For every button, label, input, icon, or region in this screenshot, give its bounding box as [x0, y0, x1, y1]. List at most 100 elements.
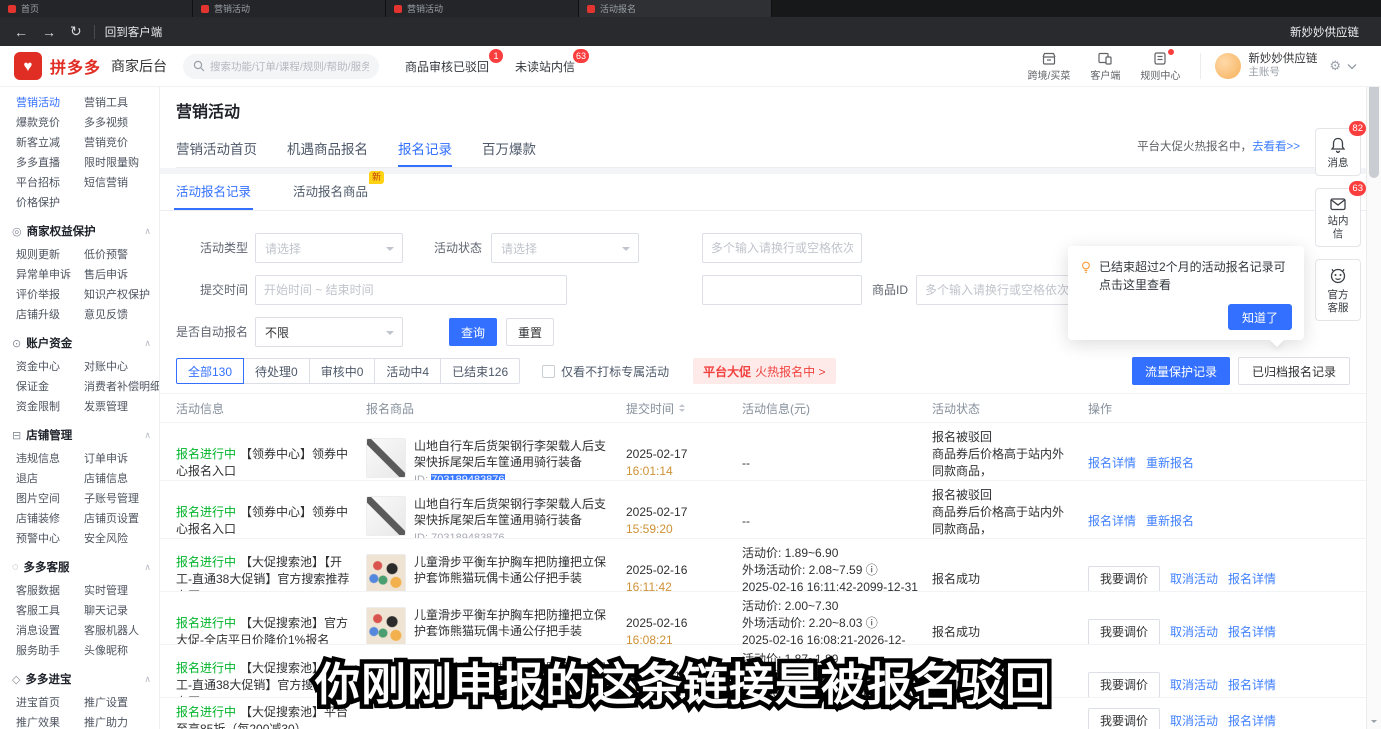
account-info[interactable]: 新妙妙供应链 主账号 — [1248, 53, 1317, 79]
forward-icon[interactable]: → — [42, 24, 56, 40]
sidebar-item[interactable]: 营销活动 — [16, 93, 84, 113]
product-id-value[interactable]: 703189483876 — [431, 532, 504, 540]
submit-time-range-input[interactable] — [255, 275, 567, 305]
sidebar-item[interactable]: 知识产权保护 — [84, 285, 159, 305]
collapse-caret-icon[interactable]: ∧ — [144, 562, 151, 573]
sidebar-item[interactable]: 营销工具 — [84, 93, 159, 113]
search-input[interactable]: 搜索功能/订单/课程/规则/帮助/服务 — [183, 54, 379, 79]
sidebar-item[interactable]: 保证金 — [16, 377, 84, 397]
operation-link[interactable]: 取消活动 — [1170, 625, 1218, 639]
goods-id-input[interactable] — [916, 275, 1092, 305]
activity-type-select[interactable]: 请选择 — [255, 233, 403, 263]
operation-link[interactable]: 取消活动 — [1170, 572, 1218, 586]
subtab-activity-goods[interactable]: 活动报名商品新 — [293, 181, 368, 210]
adjust-price-button[interactable]: 我要调价 — [1088, 619, 1160, 645]
sidebar-item[interactable]: 退店 — [16, 469, 84, 489]
avatar[interactable] — [1215, 53, 1241, 79]
brand-name[interactable]: 拼多多 — [50, 54, 101, 78]
auto-signup-select[interactable]: 不限 — [255, 317, 403, 347]
sidebar-item[interactable]: 资金限制 — [16, 397, 84, 417]
sidebar-section-header[interactable]: ⊙账户资金∧ — [0, 325, 159, 357]
browser-profile-name[interactable]: 新妙妙供应链 — [1290, 24, 1359, 40]
gear-icon[interactable]: ⚙ — [1329, 58, 1341, 74]
sidebar-item[interactable]: 平台招标 — [16, 173, 84, 193]
unread-messages-link[interactable]: 未读站内信63 — [515, 58, 575, 75]
sort-icon[interactable] — [679, 404, 685, 412]
product-title[interactable]: 儿童滑步平衡车护胸车把防撞把立保护套饰熊猫玩偶卡通公仔把手装 — [414, 554, 612, 586]
activity-id-input[interactable] — [702, 233, 862, 263]
operation-link[interactable]: 重新报名 — [1146, 514, 1194, 528]
sidebar-item[interactable]: 对账中心 — [84, 357, 160, 377]
sidebar-item[interactable]: 短信营销 — [84, 173, 159, 193]
sidebar-item[interactable]: 营销竞价 — [84, 133, 159, 153]
browser-tab[interactable]: 营销活动 — [193, 0, 386, 17]
tab-opportunity-signup[interactable]: 机遇商品报名 — [287, 132, 368, 167]
status-filter-chip[interactable]: 全部130 — [176, 358, 244, 384]
product-thumbnail[interactable] — [366, 438, 406, 478]
sidebar-item[interactable]: 图片空间 — [16, 489, 84, 509]
tab-signup-records[interactable]: 报名记录 — [398, 132, 452, 167]
operation-link[interactable]: 取消活动 — [1170, 714, 1218, 728]
sidebar-item[interactable]: 爆款竞价 — [16, 113, 84, 133]
product-title[interactable]: 山地自行车后货架钢行李架载人后支架快拆尾架后车筐通用骑行装备 — [414, 438, 612, 470]
status-filter-chip[interactable]: 活动中4 — [375, 358, 441, 384]
back-icon[interactable]: ← — [14, 24, 28, 40]
review-rejected-link[interactable]: 商品审核已驳回1 — [405, 58, 489, 75]
operation-link[interactable]: 报名详情 — [1228, 572, 1276, 586]
sidebar-item[interactable]: 客服机器人 — [84, 621, 159, 641]
sidebar-item[interactable]: 客服工具 — [16, 601, 84, 621]
tab-million-bestsellers[interactable]: 百万爆款 — [482, 132, 536, 167]
activity-status-select[interactable]: 请选择 — [491, 233, 639, 263]
browser-tab[interactable]: 活动报名 — [579, 0, 772, 17]
sidebar-section-header[interactable]: ◎商家权益保护∧ — [0, 213, 159, 245]
collapse-caret-icon[interactable]: ∧ — [144, 226, 151, 237]
sidebar-item[interactable]: 店铺页设置 — [84, 509, 159, 529]
product-thumbnail[interactable] — [366, 554, 406, 593]
status-filter-chip[interactable]: 审核中0 — [310, 358, 376, 384]
crossborder-grocery-button[interactable]: 跨境/买菜 — [1028, 51, 1071, 82]
scrollbar[interactable] — [1366, 46, 1381, 729]
sidebar-item[interactable]: 评价举报 — [16, 285, 84, 305]
adjust-price-button[interactable]: 我要调价 — [1088, 566, 1160, 592]
pinduoduo-logo-icon[interactable]: ♥ — [14, 52, 42, 80]
checkbox-icon[interactable] — [542, 365, 555, 378]
operation-link[interactable]: 报名详情 — [1228, 625, 1276, 639]
sidebar-item[interactable]: 预警中心 — [16, 529, 84, 549]
sidebar-item[interactable]: 店铺升级 — [16, 305, 84, 325]
sidebar-item[interactable]: 推广效果 — [16, 713, 84, 729]
collapse-caret-icon[interactable]: ∧ — [144, 338, 151, 349]
operation-link[interactable]: 报名详情 — [1088, 514, 1136, 528]
refresh-icon[interactable]: ↻ — [70, 23, 82, 40]
chevron-down-icon[interactable] — [1347, 63, 1357, 70]
sidebar-item[interactable]: 新客立减 — [16, 133, 84, 153]
sidebar-section-header[interactable]: ⊟店铺管理∧ — [0, 417, 159, 449]
operation-link[interactable]: 报名详情 — [1088, 456, 1136, 470]
reset-button[interactable]: 重置 — [506, 318, 554, 346]
bookmark-back-to-client[interactable]: 回到客户端 — [105, 24, 163, 40]
browser-tab[interactable]: 营销活动 — [386, 0, 579, 17]
rules-center-button[interactable]: 规则中心 — [1140, 51, 1180, 82]
product-title[interactable]: 山地自行车后货架钢行李架载人后支架快拆尾架后车筐通用骑行装备 — [414, 496, 612, 528]
sidebar-item[interactable]: 店铺装修 — [16, 509, 84, 529]
status-filter-chip[interactable]: 已结束126 — [441, 358, 520, 384]
query-button[interactable]: 查询 — [449, 318, 497, 346]
sidebar-item[interactable]: 推广助力 — [84, 713, 159, 729]
sidebar-item[interactable]: 资金中心 — [16, 357, 84, 377]
archived-records-button[interactable]: 已归档报名记录 — [1238, 357, 1350, 385]
product-title[interactable]: 儿童滑步平衡车护胸车把防撞把立保护套饰熊猫玩偶卡通公仔把手装 — [414, 607, 612, 639]
sidebar-item[interactable]: 子账号管理 — [84, 489, 159, 509]
sidebar-item[interactable]: 意见反馈 — [84, 305, 159, 325]
sidebar-item[interactable]: 订单申诉 — [84, 449, 159, 469]
subtab-activity-records[interactable]: 活动报名记录 — [176, 181, 251, 210]
status-filter-chip[interactable]: 待处理0 — [244, 358, 310, 384]
traffic-protection-button[interactable]: 流量保护记录 — [1132, 357, 1230, 385]
dock-official-support[interactable]: 官方客服 — [1315, 259, 1361, 321]
client-app-button[interactable]: 客户端 — [1090, 51, 1120, 82]
product-thumbnail[interactable] — [366, 496, 406, 536]
sidebar-item[interactable]: 异常单申诉 — [16, 265, 84, 285]
sidebar-item[interactable]: 消费者补偿明细 — [84, 377, 160, 397]
sidebar-item[interactable]: 聊天记录 — [84, 601, 159, 621]
platform-promo-chip[interactable]: 平台大促火热报名中 > — [693, 358, 835, 384]
sidebar-item[interactable]: 店铺信息 — [84, 469, 159, 489]
operation-link[interactable]: 报名详情 — [1228, 714, 1276, 728]
